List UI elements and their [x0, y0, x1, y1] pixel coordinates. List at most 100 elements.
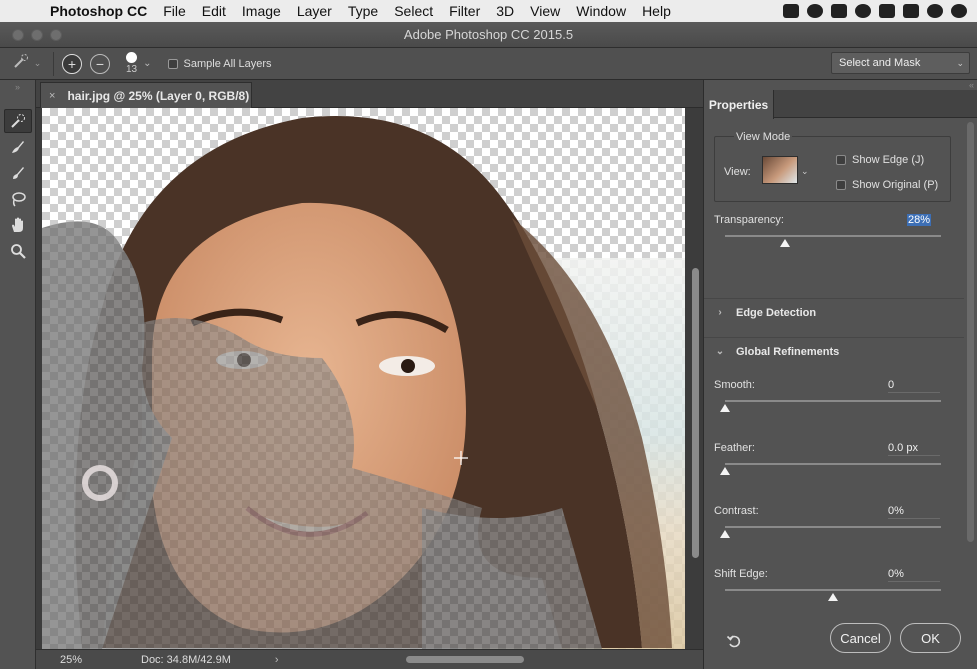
- brush-tool[interactable]: [4, 161, 32, 185]
- quick-selection-icon: [12, 52, 30, 75]
- status-menu-arrow-icon[interactable]: ›: [275, 654, 279, 666]
- show-edge-checkbox[interactable]: [836, 155, 846, 165]
- clock-icon[interactable]: [951, 4, 967, 18]
- menu-edit[interactable]: Edit: [194, 3, 234, 19]
- brush-dot-icon: [126, 52, 138, 63]
- photoshop-window: Photoshop CC File Edit Image Layer Type …: [0, 0, 977, 669]
- panel-collapse-grip[interactable]: «: [704, 80, 977, 90]
- hand-icon: [11, 217, 23, 232]
- panel-vertical-scrollbar[interactable]: [967, 122, 974, 542]
- show-original-checkbox[interactable]: [836, 180, 846, 190]
- chevron-down-icon[interactable]: ⌄: [801, 166, 809, 177]
- tools-panel: »: [0, 80, 36, 669]
- smooth-label: Smooth:: [714, 379, 755, 391]
- checkmark-icon[interactable]: [927, 4, 943, 18]
- show-original-label[interactable]: Show Original (P): [852, 179, 938, 191]
- ok-button[interactable]: OK: [900, 623, 961, 653]
- menu-layer[interactable]: Layer: [289, 3, 340, 19]
- menu-app-name[interactable]: Photoshop CC: [38, 3, 155, 19]
- view-label: View:: [724, 166, 751, 178]
- menu-image[interactable]: Image: [234, 3, 289, 19]
- contrast-label: Contrast:: [714, 505, 759, 517]
- feather-value[interactable]: 0.0 px: [888, 442, 940, 456]
- truck-icon[interactable]: [879, 4, 895, 18]
- view-mode-thumbnail[interactable]: [762, 156, 798, 184]
- hand-tool[interactable]: [4, 213, 32, 237]
- shift-edge-slider-knob[interactable]: [828, 593, 838, 601]
- contrast-value[interactable]: 0%: [888, 505, 940, 519]
- menu-window[interactable]: Window: [568, 3, 634, 19]
- chrome-icon[interactable]: [855, 4, 871, 18]
- cancel-button[interactable]: Cancel: [830, 623, 891, 653]
- menu-view[interactable]: View: [522, 3, 568, 19]
- close-tab-icon[interactable]: ×: [49, 90, 55, 102]
- sample-all-layers-checkbox[interactable]: Sample All Layers: [167, 58, 272, 70]
- transparency-value: 28%: [907, 214, 932, 226]
- contrast-slider-knob[interactable]: [720, 530, 730, 538]
- add-to-selection-button[interactable]: +: [62, 53, 82, 74]
- menu-filter[interactable]: Filter: [441, 3, 488, 19]
- shift-edge-value[interactable]: 0%: [888, 568, 940, 582]
- canvas-area[interactable]: [36, 108, 703, 649]
- spy-icon[interactable]: [807, 4, 823, 18]
- refine-edge-brush-tool[interactable]: [4, 135, 32, 159]
- zoom-level[interactable]: 25%: [36, 654, 96, 666]
- contrast-slider-track[interactable]: [725, 526, 941, 528]
- brush-size-value: 13: [126, 64, 138, 75]
- feather-slider-knob[interactable]: [720, 467, 730, 475]
- transparency-slider-knob[interactable]: [780, 239, 791, 247]
- image-canvas[interactable]: [42, 108, 685, 649]
- menu-file[interactable]: File: [155, 3, 194, 19]
- document-tab-bar: × hair.jpg @ 25% (Layer 0, RGB/8): [36, 80, 703, 108]
- global-refinements-section[interactable]: ⌄ Global Refinements: [704, 337, 964, 365]
- subtract-from-selection-button[interactable]: −: [90, 53, 110, 74]
- refine-brush-icon: [11, 141, 24, 153]
- transparency-slider-track[interactable]: [725, 235, 941, 237]
- smooth-slider-knob[interactable]: [720, 404, 730, 412]
- dropbox-icon[interactable]: [783, 4, 799, 18]
- chevron-right-icon: ›: [718, 307, 722, 318]
- quick-selection-tool[interactable]: [3, 109, 32, 133]
- chevron-down-icon: ⌄: [715, 346, 725, 357]
- tab-properties[interactable]: Properties: [704, 90, 774, 119]
- shift-edge-slider-track[interactable]: [725, 589, 941, 591]
- x-box-icon[interactable]: [903, 4, 919, 18]
- chevron-down-icon: ⌄: [33, 58, 42, 68]
- canvas-vertical-scrollbar[interactable]: [692, 268, 699, 558]
- feather-slider-track[interactable]: [725, 463, 941, 465]
- zoom-tool[interactable]: [4, 239, 32, 263]
- document-tab[interactable]: × hair.jpg @ 25% (Layer 0, RGB/8): [40, 82, 252, 108]
- feather-label: Feather:: [714, 442, 755, 454]
- menu-3d[interactable]: 3D: [488, 3, 522, 19]
- tool-preset-picker[interactable]: ⌄: [0, 51, 54, 76]
- document-status-bar: 25% Doc: 34.8M/42.9M ›: [36, 649, 703, 669]
- menu-type[interactable]: Type: [340, 3, 386, 19]
- brush-size-picker[interactable]: 13: [126, 52, 137, 75]
- smooth-slider-track[interactable]: [725, 400, 941, 402]
- panel-collapse-grip[interactable]: »: [0, 80, 35, 108]
- window-title: Adobe Photoshop CC 2015.5: [403, 27, 574, 42]
- reset-icon[interactable]: [724, 631, 744, 651]
- menu-help[interactable]: Help: [634, 3, 679, 19]
- brush-icon: [12, 167, 24, 179]
- lasso-icon: [11, 192, 26, 207]
- checkbox-box[interactable]: [167, 58, 178, 69]
- menu-select[interactable]: Select: [386, 3, 441, 19]
- shift-edge-label: Shift Edge:: [714, 568, 768, 580]
- chevron-down-icon: ⌄: [956, 57, 964, 68]
- lasso-tool[interactable]: [4, 187, 32, 211]
- select-and-mask-dropdown[interactable]: Select and Mask ⌄: [831, 52, 970, 74]
- chevron-down-icon[interactable]: ⌄: [143, 58, 151, 69]
- macos-menubar: Photoshop CC File Edit Image Layer Type …: [0, 0, 977, 22]
- show-edge-label[interactable]: Show Edge (J): [852, 154, 924, 166]
- canvas-horizontal-scrollbar[interactable]: [406, 656, 524, 663]
- properties-panel: « Properties View Mode View: ⌄ Show Edge…: [703, 80, 977, 669]
- plus-icon: +: [67, 55, 77, 72]
- transparency-value-field[interactable]: 28%: [907, 214, 959, 227]
- transparency-label: Transparency:: [714, 214, 784, 226]
- panel-tab-bar: Properties: [704, 90, 977, 119]
- select-and-mask-label: Select and Mask: [839, 57, 921, 69]
- broom-icon[interactable]: [831, 4, 847, 18]
- edge-detection-section[interactable]: › Edge Detection: [704, 298, 964, 326]
- smooth-value[interactable]: 0: [888, 379, 940, 393]
